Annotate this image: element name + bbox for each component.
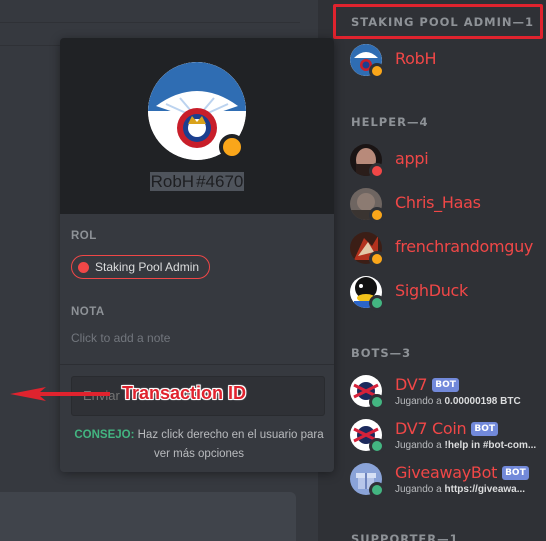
idle-status-icon: [369, 63, 385, 79]
bot-badge: BOT: [502, 466, 529, 480]
member-dv7-coin[interactable]: DV7 Coin BOT Jugando a !help in #bot-com.…: [350, 419, 546, 455]
avatar: [350, 188, 385, 223]
note-field[interactable]: Click to add a note: [71, 331, 170, 345]
avatar: [350, 276, 385, 311]
username-label[interactable]: RobH #4670: [60, 172, 334, 192]
member-name: DV7 Coin BOT: [395, 419, 499, 438]
note-header: NOTA: [71, 306, 105, 318]
member-name: RobH: [395, 49, 437, 68]
dnd-status-icon: [369, 163, 385, 179]
group-header-helper: HELPER—4: [351, 115, 429, 129]
member-name: SighDuck: [395, 281, 469, 300]
member-name: appi: [395, 149, 429, 168]
avatar: [350, 463, 385, 498]
online-status-icon: [369, 295, 385, 311]
role-color-icon: [78, 261, 89, 273]
role-pill[interactable]: Staking Pool Admin: [71, 255, 211, 279]
member-chris-haas[interactable]: Chris_Haas: [350, 188, 546, 224]
idle-status-icon: [219, 134, 245, 160]
activity-text: Jugando a !help in #bot-com...: [395, 440, 537, 451]
divider: [0, 22, 300, 23]
group-header-bots: BOTS—3: [351, 346, 412, 360]
online-status-icon: [369, 482, 385, 498]
annotation-label: Transaction ID: [122, 383, 247, 403]
activity-text: Jugando a 0.00000198 BTC: [395, 396, 521, 407]
divider: [60, 364, 334, 365]
online-status-icon: [369, 394, 385, 410]
role-label: Staking Pool Admin: [95, 260, 200, 274]
highlight-box: [333, 4, 543, 39]
chat-input-box[interactable]: [0, 492, 296, 541]
member-dv7[interactable]: DV7 BOT Jugando a 0.00000198 BTC: [350, 375, 546, 411]
idle-status-icon: [369, 251, 385, 267]
annotation-arrow-icon: [10, 387, 110, 401]
avatar: [350, 375, 385, 410]
member-robh[interactable]: RobH: [350, 44, 546, 80]
avatar: [350, 144, 385, 179]
tip-text: CONSEJO: Haz click derecho en el usuario…: [74, 429, 324, 460]
idle-status-icon: [369, 207, 385, 223]
avatar: [350, 44, 385, 79]
user-popout: RobH #4670 ROL Staking Pool Admin NOTA Cl…: [60, 38, 334, 472]
bot-badge: BOT: [432, 378, 459, 392]
member-name: Chris_Haas: [395, 193, 481, 212]
member-name: DV7 BOT: [395, 375, 459, 394]
role-header: ROL: [71, 230, 97, 242]
member-giveawaybot[interactable]: GiveawayBot BOT Jugando a https://giveawa…: [350, 463, 546, 499]
member-frenchrandomguy[interactable]: frenchrandomguy: [350, 232, 546, 268]
group-header-supporter: SUPPORTER—1: [351, 532, 459, 541]
member-sighduck[interactable]: SighDuck: [350, 276, 546, 312]
avatar: [350, 419, 385, 454]
member-appi[interactable]: appi: [350, 144, 546, 180]
avatar: [350, 232, 385, 267]
member-list: STAKING POOL ADMIN—1 RobH HELPER—4 appi …: [338, 0, 546, 541]
member-name: GiveawayBot BOT: [395, 463, 529, 482]
member-name: frenchrandomguy: [395, 237, 534, 256]
online-status-icon: [369, 438, 385, 454]
bot-badge: BOT: [471, 422, 499, 436]
activity-text: Jugando a https://giveawa...: [395, 484, 526, 495]
